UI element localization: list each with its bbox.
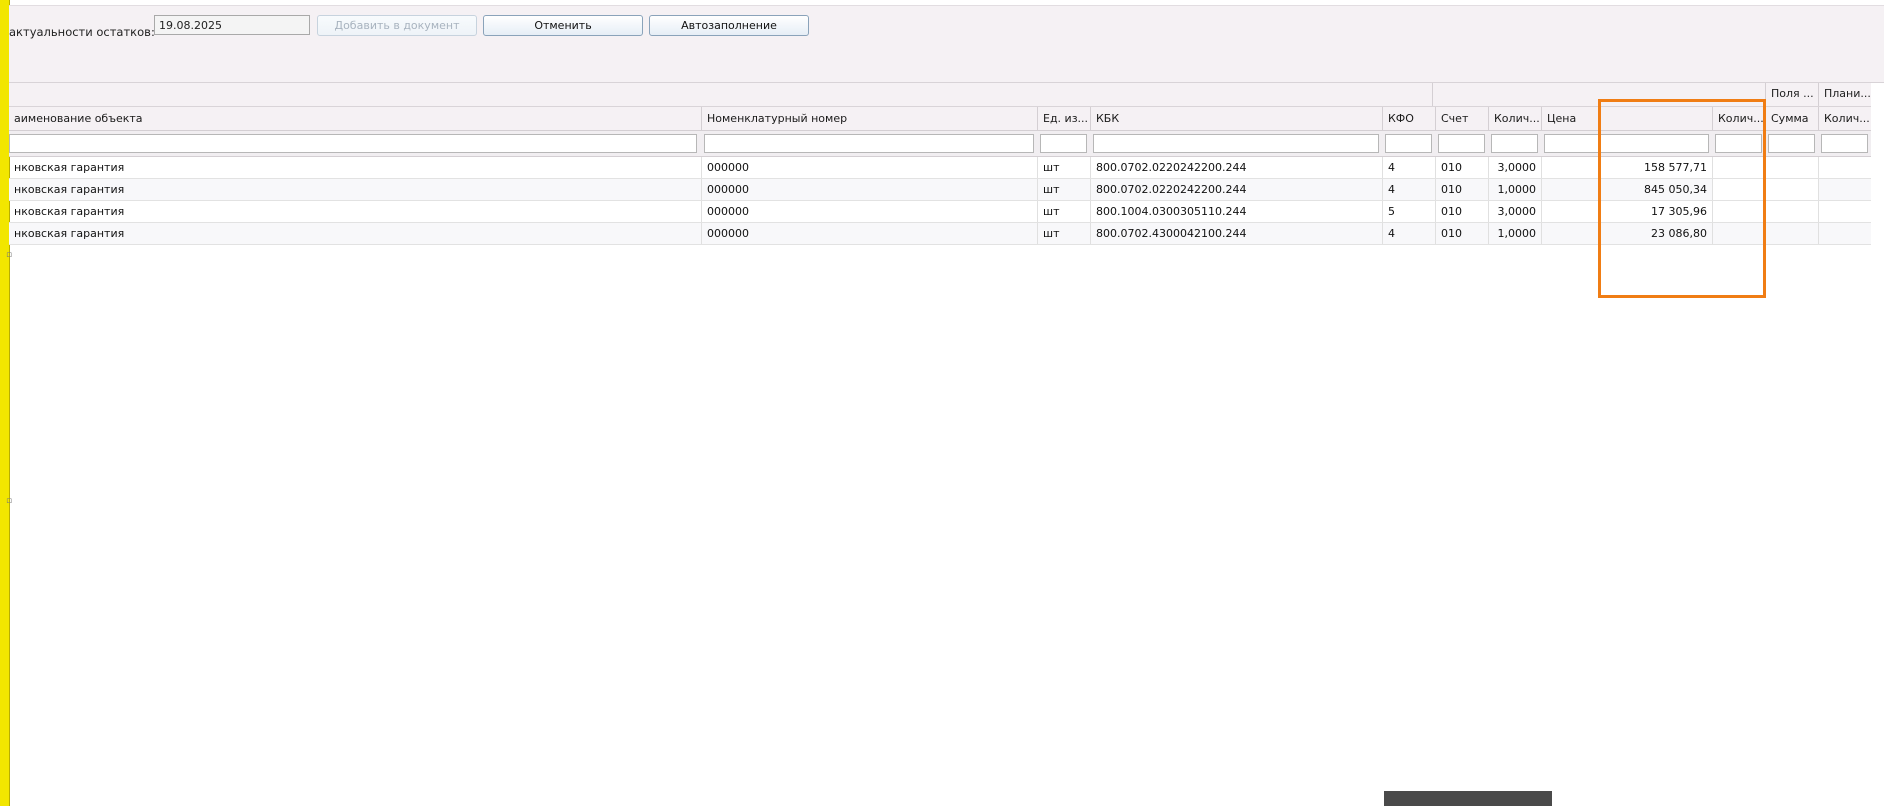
cell-unit: шт bbox=[1037, 157, 1090, 178]
panel-strip bbox=[9, 56, 1884, 83]
cell-nomenclature: 000000 bbox=[701, 179, 1037, 200]
column-header-row: аименование объекта Номенклатурный номер… bbox=[9, 107, 1871, 131]
column-header-quantity[interactable]: Колич... bbox=[1488, 107, 1541, 130]
cell-sum[interactable] bbox=[1765, 179, 1818, 200]
cell-sum[interactable] bbox=[1765, 157, 1818, 178]
cell-unit: шт bbox=[1037, 179, 1090, 200]
group-header-planned[interactable]: Плани... bbox=[1818, 83, 1871, 106]
cell-quantity: 1,0000 bbox=[1488, 179, 1541, 200]
filter-input-quantity[interactable] bbox=[1491, 134, 1538, 153]
cell-name: нковская гарантия bbox=[14, 227, 125, 240]
cell-planned-quantity[interactable] bbox=[1818, 179, 1871, 200]
cell-name: нковская гарантия bbox=[14, 183, 125, 196]
cell-kfo: 4 bbox=[1382, 157, 1435, 178]
toolbar: актуальности остатков: 19.08.2025 Добави… bbox=[9, 5, 1884, 57]
date-field[interactable]: 19.08.2025 bbox=[154, 15, 310, 35]
column-header-kbk[interactable]: КБК bbox=[1090, 107, 1382, 130]
table-row[interactable]: нковская гарантия 000000 шт 800.0702.022… bbox=[9, 157, 1871, 179]
cell-kfo: 4 bbox=[1382, 179, 1435, 200]
filter-input-account[interactable] bbox=[1438, 134, 1485, 153]
cell-account: 010 bbox=[1435, 201, 1488, 222]
date-label: актуальности остатков: bbox=[9, 25, 155, 39]
cell-kbk: 800.0702.4300042100.244 bbox=[1090, 223, 1382, 244]
column-header-unit[interactable]: Ед. из... bbox=[1037, 107, 1090, 130]
filter-input-unit[interactable] bbox=[1040, 134, 1087, 153]
cell-sum[interactable] bbox=[1765, 201, 1818, 222]
splitter-marker-icon[interactable]: ▫ bbox=[6, 496, 12, 506]
filter-input-sum[interactable] bbox=[1768, 134, 1815, 153]
table-row[interactable]: нковская гарантия 000000 шт 800.1004.030… bbox=[9, 201, 1871, 223]
cell-account: 010 bbox=[1435, 179, 1488, 200]
group-header-row: Поля ... Плани... bbox=[9, 83, 1871, 107]
cell-kbk: 800.0702.0220242200.244 bbox=[1090, 157, 1382, 178]
column-header-account[interactable]: Счет bbox=[1435, 107, 1488, 130]
data-grid: Поля ... Плани... аименование объекта Но… bbox=[9, 83, 1871, 245]
column-header-name[interactable]: аименование объекта bbox=[9, 107, 701, 130]
cell-kfo: 4 bbox=[1382, 223, 1435, 244]
resize-handle-icon[interactable]: ▫ bbox=[6, 250, 12, 260]
taskbar-preview bbox=[1384, 791, 1552, 806]
filter-row bbox=[9, 131, 1871, 157]
autofill-button[interactable]: Автозаполнение bbox=[649, 15, 809, 36]
cell-sum[interactable] bbox=[1765, 223, 1818, 244]
cell-nomenclature: 000000 bbox=[701, 201, 1037, 222]
cell-planned-quantity[interactable] bbox=[1818, 201, 1871, 222]
cell-planned-quantity[interactable] bbox=[1818, 157, 1871, 178]
cell-name: нковская гарантия bbox=[14, 161, 125, 174]
filter-input-planned-quantity[interactable] bbox=[1821, 134, 1868, 153]
table-row[interactable]: нковская гарантия 000000 шт 800.0702.022… bbox=[9, 179, 1871, 201]
cell-quantity: 3,0000 bbox=[1488, 157, 1541, 178]
column-header-planned-quantity[interactable]: Колич... bbox=[1818, 107, 1871, 130]
cell-account: 010 bbox=[1435, 157, 1488, 178]
highlight-box bbox=[1598, 99, 1766, 298]
filter-input-kbk[interactable] bbox=[1093, 134, 1379, 153]
cell-planned-quantity[interactable] bbox=[1818, 223, 1871, 244]
cell-nomenclature: 000000 bbox=[701, 157, 1037, 178]
column-header-kfo[interactable]: КФО bbox=[1382, 107, 1435, 130]
cell-account: 010 bbox=[1435, 223, 1488, 244]
filter-input-name[interactable] bbox=[9, 134, 697, 153]
column-header-nomenclature[interactable]: Номенклатурный номер bbox=[701, 107, 1037, 130]
cell-nomenclature: 000000 bbox=[701, 223, 1037, 244]
group-header-fields[interactable]: Поля ... bbox=[1765, 83, 1818, 106]
filter-input-nomenclature[interactable] bbox=[704, 134, 1034, 153]
cell-unit: шт bbox=[1037, 223, 1090, 244]
cancel-button[interactable]: Отменить bbox=[483, 15, 643, 36]
cell-kbk: 800.0702.0220242200.244 bbox=[1090, 179, 1382, 200]
cell-kfo: 5 bbox=[1382, 201, 1435, 222]
cell-name: нковская гарантия bbox=[14, 205, 125, 218]
cell-quantity: 3,0000 bbox=[1488, 201, 1541, 222]
cell-kbk: 800.1004.0300305110.244 bbox=[1090, 201, 1382, 222]
table-row[interactable]: нковская гарантия 000000 шт 800.0702.430… bbox=[9, 223, 1871, 245]
cell-unit: шт bbox=[1037, 201, 1090, 222]
filter-input-kfo[interactable] bbox=[1385, 134, 1432, 153]
column-header-sum[interactable]: Сумма bbox=[1765, 107, 1818, 130]
cell-quantity: 1,0000 bbox=[1488, 223, 1541, 244]
add-to-document-button[interactable]: Добавить в документ bbox=[317, 15, 477, 36]
